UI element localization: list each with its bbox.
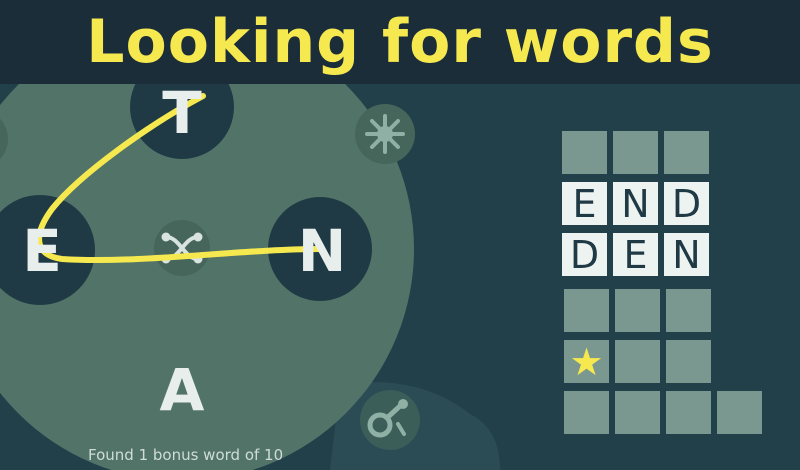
grid-cell: [562, 131, 607, 174]
grid-cell: [564, 391, 609, 434]
page-title: Looking for words: [86, 7, 714, 77]
grid-cell-filled: D: [562, 233, 607, 276]
grid-cell: [615, 340, 660, 383]
grid-cell-filled: E: [562, 182, 607, 225]
grid-cell: [613, 131, 658, 174]
grid-cell: [664, 131, 709, 174]
game-area: T E N A Found 1 bonus word of 10 E N D D…: [0, 84, 800, 470]
bonus-word-counter: Found 1 bonus word of 10: [88, 446, 284, 464]
grid-cell: [666, 340, 711, 383]
grid-cell: [615, 289, 660, 332]
star-icon: ★: [569, 339, 604, 384]
grid-letter: E: [623, 232, 648, 277]
grid-letter: D: [671, 181, 702, 226]
title-bar: Looking for words: [0, 0, 800, 84]
grid-cell-filled: D: [664, 182, 709, 225]
letter-t[interactable]: T: [142, 84, 222, 142]
grid-letter: D: [569, 232, 600, 277]
grid-letter: N: [621, 181, 650, 226]
grid-cell: [666, 289, 711, 332]
letter-e[interactable]: E: [2, 222, 82, 280]
letter-a[interactable]: A: [142, 361, 222, 419]
letter-n[interactable]: N: [282, 222, 362, 280]
grid-cell: [564, 289, 609, 332]
hint-icon[interactable]: [355, 104, 415, 164]
grid-cell: [717, 391, 762, 434]
grid-cell: [666, 391, 711, 434]
shuffle-icon[interactable]: [154, 220, 210, 276]
grid-cell-filled: N: [664, 233, 709, 276]
grid-letter: E: [572, 181, 597, 226]
bonus-words-icon[interactable]: [360, 390, 420, 450]
grid-cell: [615, 391, 660, 434]
grid-cell: ★: [564, 340, 609, 383]
grid-cell-filled: N: [613, 182, 658, 225]
grid-cell-filled: E: [613, 233, 658, 276]
grid-letter: N: [672, 232, 701, 277]
